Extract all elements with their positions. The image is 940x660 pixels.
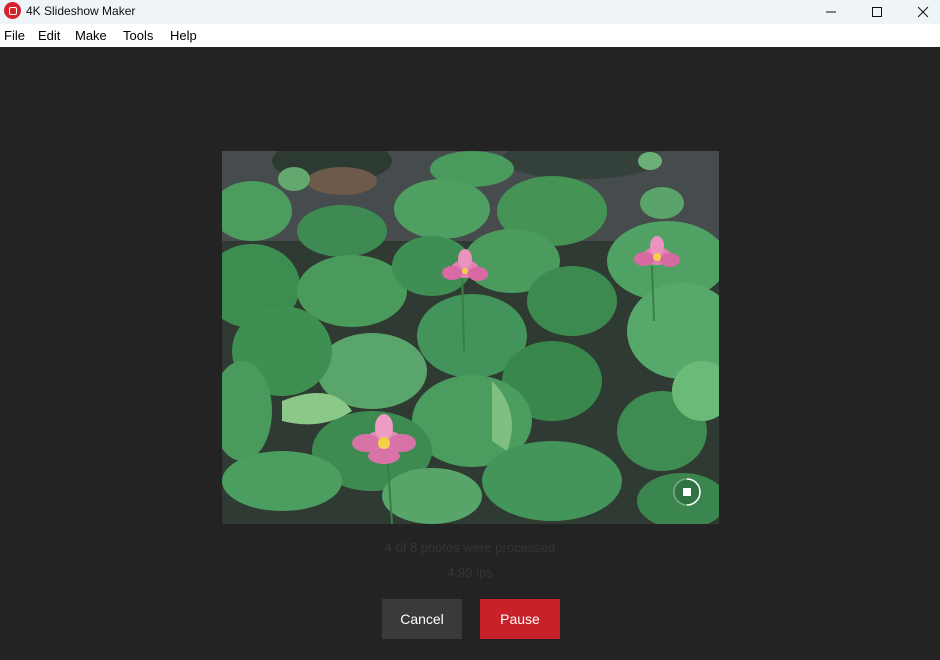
menu-help[interactable]: Help (170, 28, 197, 44)
maximize-icon (872, 7, 882, 17)
menu-bar: File Edit Make Tools Help (0, 24, 940, 47)
cancel-button[interactable]: Cancel (382, 599, 462, 639)
window-title: 4K Slideshow Maker (26, 4, 136, 18)
minimize-icon (826, 11, 836, 13)
maximize-button[interactable] (854, 0, 900, 24)
progress-spinner (673, 478, 701, 506)
title-bar: 4K Slideshow Maker (0, 0, 940, 24)
photo-preview (222, 151, 719, 524)
stop-icon (683, 488, 691, 496)
lotus-photo (222, 151, 719, 524)
speed-text: 4.99 ips (447, 565, 493, 580)
minimize-button[interactable] (808, 0, 854, 24)
pause-button[interactable]: Pause (480, 599, 560, 639)
close-button[interactable] (900, 0, 940, 24)
progress-status-text: 4 of 8 photos were processed (384, 540, 556, 555)
menu-file[interactable]: File (4, 28, 25, 44)
close-icon (917, 6, 929, 18)
menu-tools[interactable]: Tools (123, 28, 153, 44)
menu-edit[interactable]: Edit (38, 28, 60, 44)
app-logo-icon (4, 2, 21, 19)
menu-make[interactable]: Make (75, 28, 107, 44)
